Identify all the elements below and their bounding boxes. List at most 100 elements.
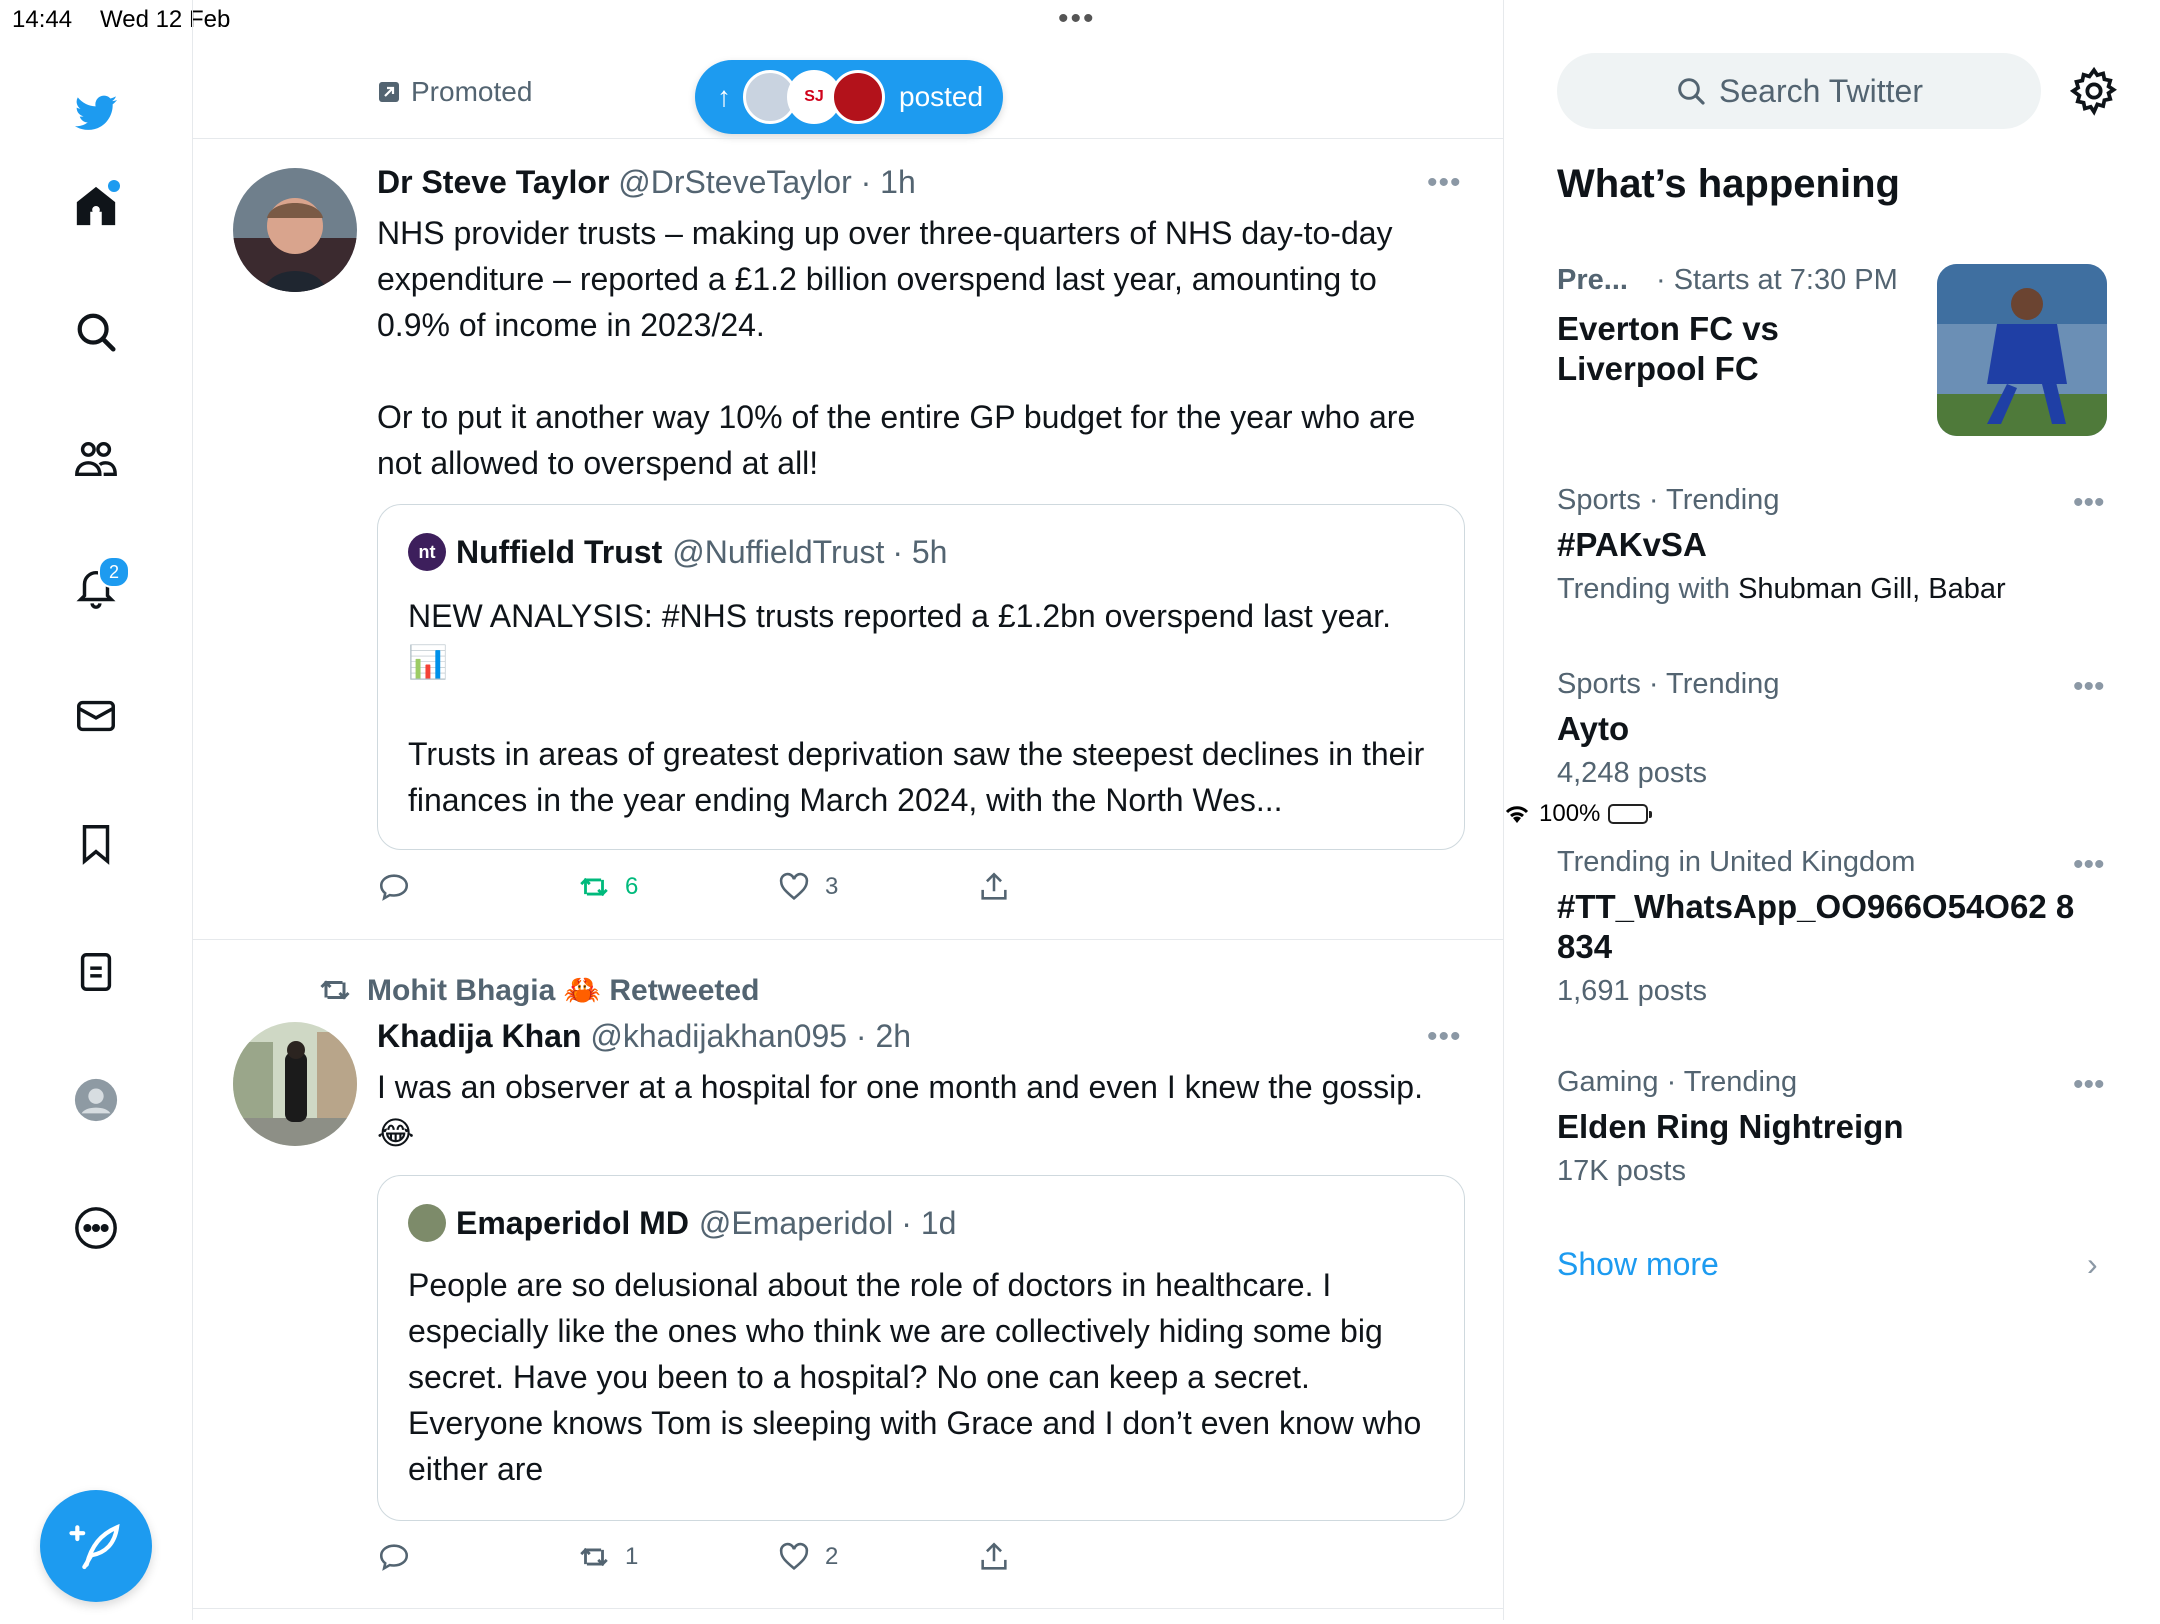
tweet-header: Khadija Khan @khadijakhan095 · 2h (377, 1018, 911, 1055)
new-posts-avatars: SJ (743, 70, 885, 124)
compose-tweet-button[interactable] (40, 1490, 152, 1602)
quote-text: NEW ANALYSIS: #NHS trusts reported a £1.… (408, 598, 1425, 818)
trend-context: Sports · Trending (1557, 668, 1780, 700)
quote-author-name: Emaperidol MD (456, 1204, 689, 1241)
arrow-up-icon: ↑ (717, 81, 731, 112)
notifications-bell-icon[interactable]: 2 (70, 556, 130, 614)
avatar[interactable] (233, 1022, 357, 1146)
status-time: 14:44 (12, 6, 73, 33)
author-name[interactable]: Dr Steve Taylor (377, 164, 609, 200)
twitter-logo-icon[interactable] (70, 88, 122, 140)
timeline-feed[interactable]: Promoted ↑ SJ posted Dr Steve Taylor @Dr… (192, 0, 1504, 1620)
search-placeholder: Search Twitter (1719, 72, 1923, 109)
profile-avatar-icon[interactable] (70, 1074, 122, 1126)
more-dots-icon[interactable]: ••• (2073, 670, 2105, 704)
more-options-icon[interactable] (70, 1202, 122, 1254)
retweet-icon (580, 1547, 608, 1567)
reply-button[interactable] (377, 870, 425, 904)
avatar (831, 70, 885, 124)
left-nav: 2 (0, 40, 192, 1620)
communities-icon[interactable] (70, 433, 122, 485)
promoted-arrow-icon (379, 82, 399, 102)
share-button[interactable] (977, 870, 1011, 904)
chevron-right-icon: › (2087, 1246, 2098, 1282)
trend-subtitle: Trending with Shubman Gill, Babar (1557, 573, 2006, 605)
trend-title: Ayto (1557, 710, 1630, 747)
quote-time: · 1d (901, 1204, 957, 1241)
messages-envelope-icon[interactable] (70, 690, 122, 742)
divider (193, 138, 1503, 139)
quote-text: People are so delusional about the role … (408, 1267, 1422, 1487)
reply-icon (379, 1544, 409, 1571)
divider (193, 939, 1503, 940)
share-icon (981, 1542, 1007, 1570)
lists-icon[interactable] (70, 946, 122, 998)
search-input[interactable]: Search Twitter (1557, 53, 2041, 129)
tweet-time[interactable]: · 1h (861, 164, 916, 200)
retweet-button[interactable]: 6 (577, 870, 638, 904)
avatar: nt (408, 533, 446, 571)
author-handle[interactable]: @khadijakhan095 (590, 1018, 847, 1054)
feather-plus-icon (69, 1523, 120, 1570)
tweet-actions: 1 2 (377, 1540, 1277, 1580)
retweet-button[interactable]: 1 (577, 1540, 638, 1574)
right-sidebar: Search Twitter What’s happening Pre... ·… (1503, 0, 2160, 1620)
quote-time: · 5h (892, 533, 948, 570)
reply-icon (379, 874, 409, 901)
quoted-tweet[interactable]: nt Nuffield Trust @NuffieldTrust · 5h NE… (377, 504, 1465, 850)
trend-item[interactable]: Sports · Trending Ayto 4,248 posts (1557, 668, 2117, 790)
retweet-icon (320, 980, 350, 1000)
trend-context: Trending in United Kingdom (1557, 846, 1916, 878)
trend-item[interactable]: Sports · Trending #PAKvSA Trending with … (1557, 484, 2117, 606)
trend-subtitle: 17K posts (1557, 1155, 1686, 1187)
notifications-badge: 2 (98, 556, 130, 588)
new-posts-pill[interactable]: ↑ SJ posted (695, 60, 1003, 134)
tweet-time[interactable]: · 2h (856, 1018, 911, 1054)
quote-author-handle: @Emaperidol (698, 1204, 894, 1241)
reply-button[interactable] (377, 1540, 425, 1574)
search-icon[interactable] (70, 306, 122, 358)
trend-context: Sports · Trending (1557, 484, 1780, 516)
show-more-link[interactable]: Show more (1557, 1246, 1719, 1283)
quote-header: nt Nuffield Trust @NuffieldTrust · 5h (408, 533, 947, 571)
author-name[interactable]: Khadija Khan (377, 1018, 581, 1054)
quote-author-name: Nuffield Trust (456, 533, 663, 570)
trend-subtitle: 4,248 posts (1557, 757, 1707, 789)
tweet-text: NHS provider trusts – making up over thr… (377, 215, 1416, 481)
home-unread-dot (108, 180, 120, 192)
home-icon[interactable] (70, 180, 122, 232)
like-button[interactable]: 2 (777, 1540, 838, 1574)
like-button[interactable]: 3 (777, 870, 838, 904)
section-title: What’s happening (1557, 162, 1900, 206)
trend-item[interactable]: Gaming · Trending Elden Ring Nightreign … (1557, 1066, 2117, 1188)
quoted-tweet[interactable]: Emaperidol MD @Emaperidol · 1d People ar… (377, 1175, 1465, 1521)
divider (193, 1608, 1503, 1609)
heart-icon (779, 1542, 809, 1570)
more-dots-icon[interactable]: ••• (2073, 1068, 2105, 1102)
more-dots-icon[interactable]: ••• (2073, 848, 2105, 882)
quote-author-handle: @NuffieldTrust (672, 533, 885, 570)
more-dots-icon[interactable]: ••• (1427, 1020, 1462, 1054)
trend-context: Gaming · Trending (1557, 1066, 1798, 1098)
tweet-header: Dr Steve Taylor @DrSteveTaylor · 1h (377, 164, 916, 201)
trend-title: #PAKvSA (1557, 526, 1707, 563)
settings-gear-icon[interactable] (2069, 66, 2119, 116)
trend-item[interactable]: Trending in United Kingdom #TT_WhatsApp_… (1557, 846, 2117, 1008)
heart-icon (779, 872, 809, 900)
more-dots-icon[interactable]: ••• (1427, 166, 1462, 200)
new-posts-label: posted (899, 81, 984, 112)
featured-image (1937, 264, 2107, 436)
avatar[interactable] (233, 168, 357, 292)
author-handle[interactable]: @DrSteveTaylor (618, 164, 851, 200)
featured-trend[interactable]: Pre... · Starts at 7:30 PM Everton FC vs… (1557, 264, 2117, 444)
trend-subtitle: 1,691 posts (1557, 975, 1707, 1007)
retweeted-by[interactable]: Mohit Bhagia 🦀 Retweeted (317, 972, 759, 1008)
bookmarks-icon[interactable] (70, 818, 122, 870)
retweet-icon (580, 877, 608, 897)
trend-title: #TT_WhatsApp_OO966O54O62 8834 (1557, 888, 2075, 965)
trend-title: Elden Ring Nightreign (1557, 1108, 1904, 1145)
share-icon (981, 872, 1007, 900)
more-dots-icon[interactable]: ••• (2073, 486, 2105, 520)
share-button[interactable] (977, 1540, 1011, 1574)
search-icon (1678, 78, 1705, 105)
